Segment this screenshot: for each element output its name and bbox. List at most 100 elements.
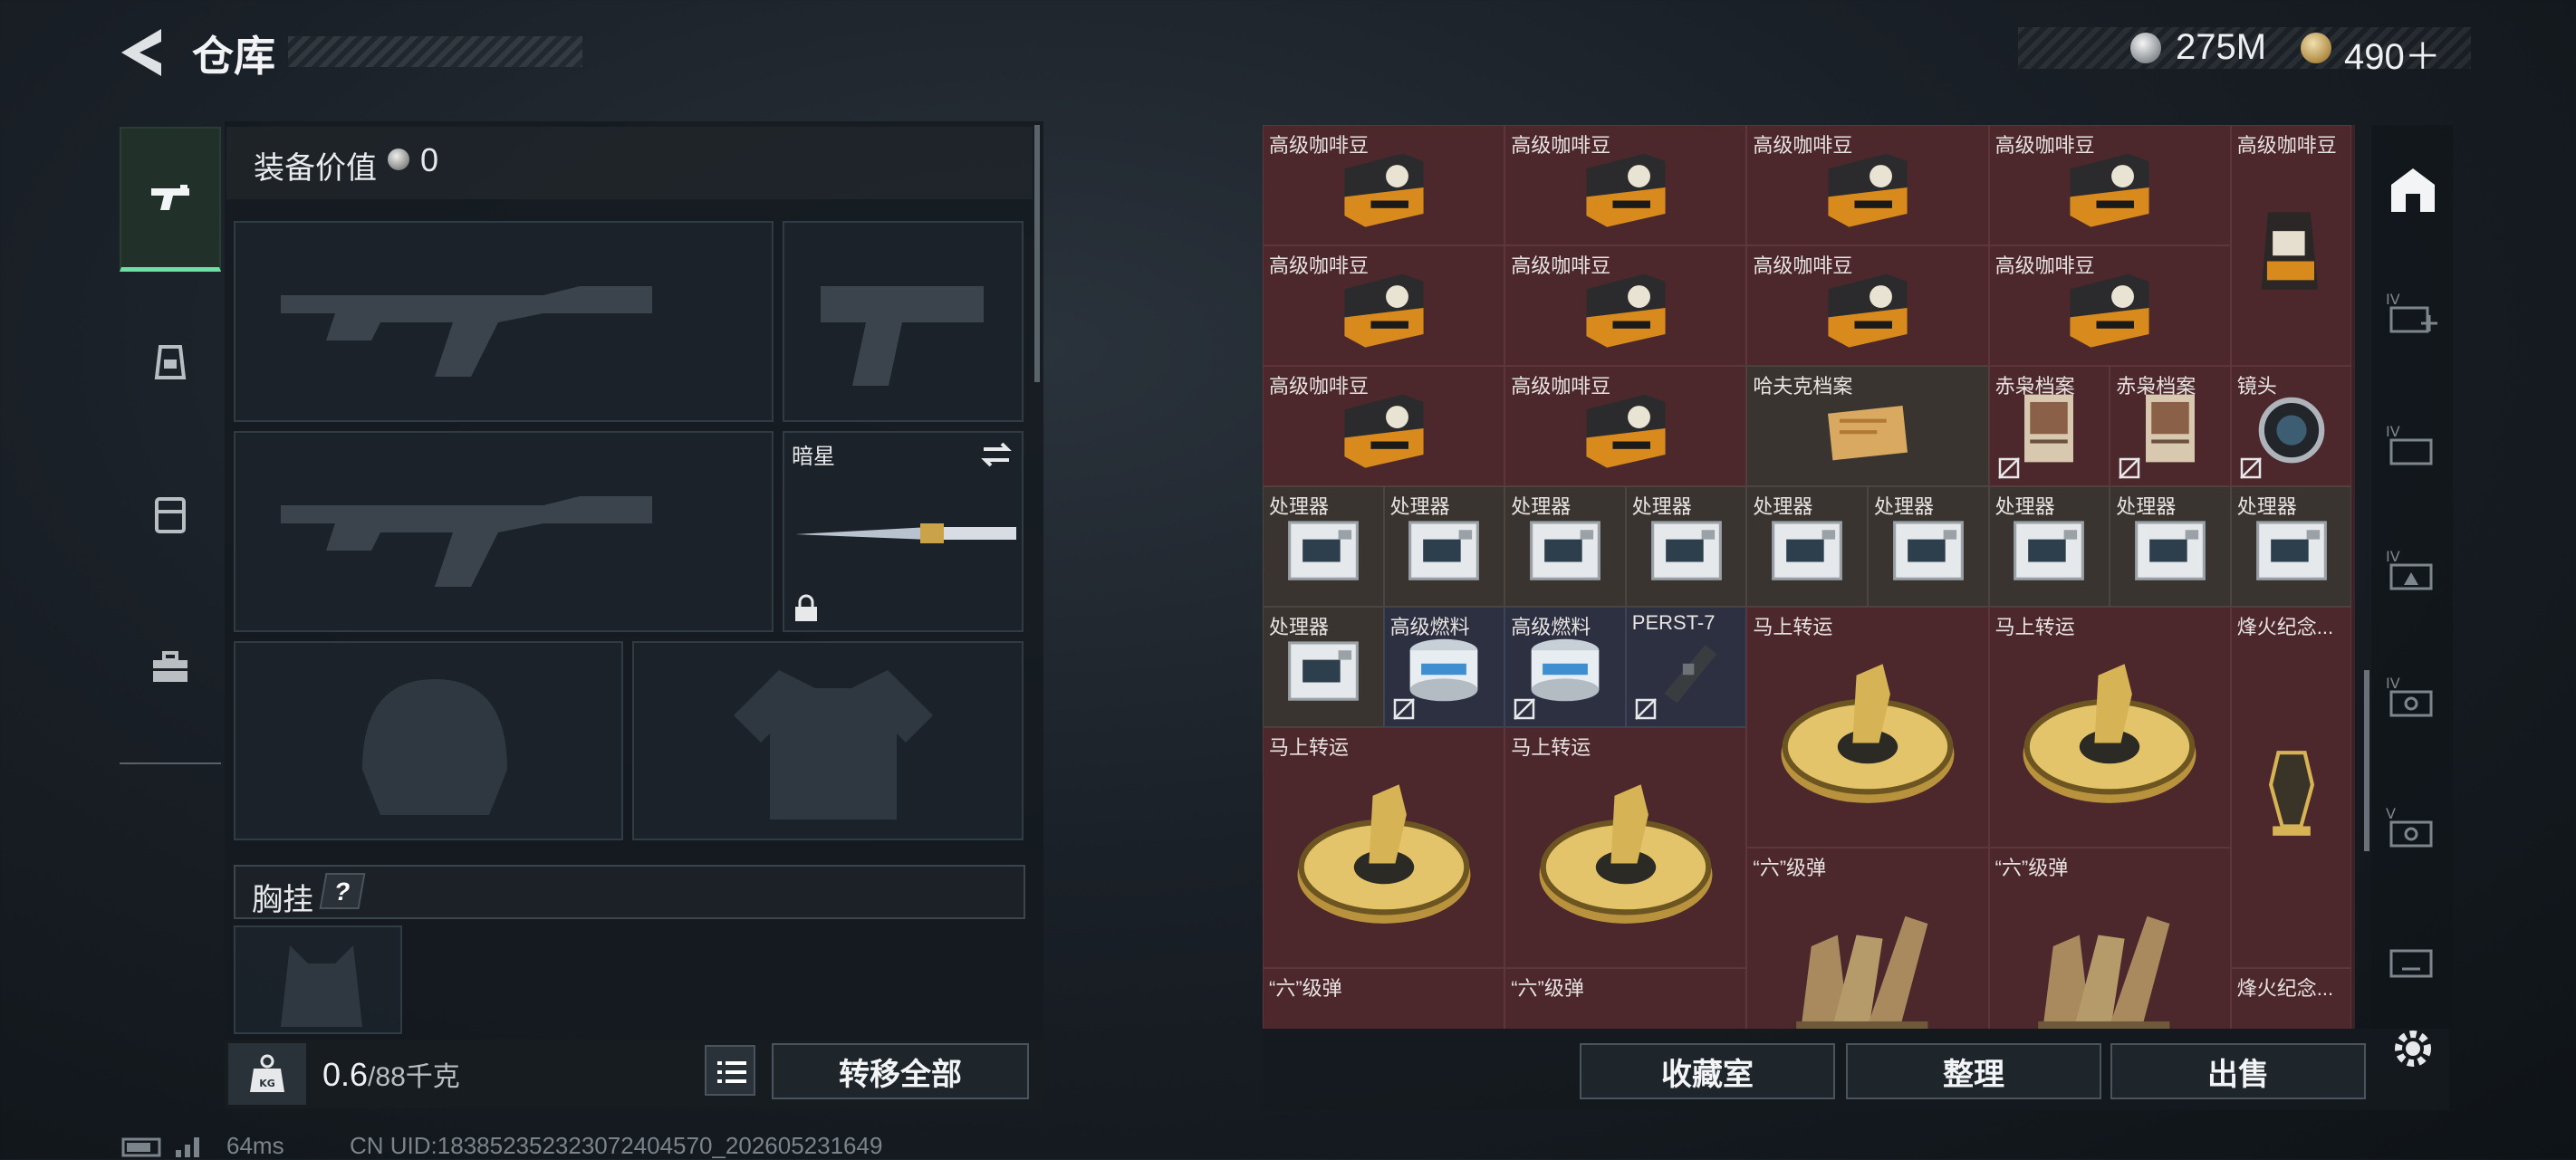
storage-item[interactable]: 处理器 xyxy=(1383,486,1505,607)
storage-item[interactable]: 烽火纪念... xyxy=(2230,968,2352,1029)
storage-item-name: 高级咖啡豆 xyxy=(1994,254,2095,277)
equipment-scrollbar[interactable] xyxy=(1034,125,1040,382)
secondary-weapon-slot[interactable] xyxy=(234,431,774,632)
case-folder-icon: IV xyxy=(2386,423,2433,465)
rifle-silhouette-icon xyxy=(281,496,652,587)
storage-item-name: 烽火纪念... xyxy=(2236,977,2334,1000)
storage-item[interactable]: 高级咖啡豆 xyxy=(1263,366,1505,486)
transfer-all-button[interactable]: 转移全部 xyxy=(772,1043,1029,1099)
storage-item[interactable]: 处理器 xyxy=(1868,486,1989,607)
storage-item[interactable]: 高级咖啡豆 xyxy=(1504,125,1747,245)
storage-item[interactable]: 马上转运 xyxy=(1988,607,2231,848)
storage-item[interactable]: 处理器 xyxy=(2230,486,2352,607)
value-coin-icon xyxy=(388,149,409,170)
storage-item[interactable]: 高级燃料 xyxy=(1383,607,1505,727)
page-title: 仓库 xyxy=(192,33,275,80)
storage-item[interactable]: PERST-7 xyxy=(1625,607,1747,727)
tab-case-2[interactable]: IV xyxy=(2379,411,2447,480)
storage-item[interactable]: 高级咖啡豆 xyxy=(1746,245,1989,366)
chest-rig-slot[interactable] xyxy=(234,925,402,1034)
storage-item[interactable]: 处理器 xyxy=(1746,486,1868,607)
primary-weapon-slot[interactable] xyxy=(234,221,774,422)
case-triangle-icon: IV xyxy=(2386,548,2433,590)
storage-item-name: 赤枭档案 xyxy=(2116,375,2196,398)
settings-button[interactable] xyxy=(2379,1014,2447,1083)
helmet-slot[interactable] xyxy=(234,641,623,840)
svg-text:KG: KG xyxy=(259,1078,275,1089)
storage-item-name: 哈夫克档案 xyxy=(1753,375,1853,398)
storage-item[interactable]: 烽火纪念... xyxy=(2230,607,2352,968)
storage-item-name: 高级咖啡豆 xyxy=(1269,254,1370,277)
storage-item-name: 高级咖啡豆 xyxy=(1269,375,1370,398)
silver-currency-amount[interactable]: 275M xyxy=(2176,27,2266,68)
tab-case-5[interactable]: V xyxy=(2379,793,2447,862)
chest-rig-label: 胸挂 xyxy=(252,883,313,917)
nav-bags[interactable] xyxy=(120,442,221,587)
list-view-button[interactable] xyxy=(705,1045,755,1096)
storage-item[interactable]: 处理器 xyxy=(1988,486,2110,607)
melee-slot[interactable]: 暗星 xyxy=(783,431,1024,632)
storage-item-name: 马上转运 xyxy=(1511,736,1591,759)
storage-item[interactable]: “六”级弹 xyxy=(1988,848,2231,1029)
tab-case-3[interactable]: IV xyxy=(2379,536,2447,605)
storage-item[interactable]: “六”级弹 xyxy=(1263,968,1505,1029)
tab-case-6[interactable] xyxy=(2379,925,2447,994)
storage-item[interactable]: 赤枭档案 xyxy=(1988,366,2110,486)
storage-item[interactable]: 处理器 xyxy=(1263,486,1384,607)
storage-item-name: PERST-7 xyxy=(1631,611,1716,634)
storage-item[interactable]: 赤枭档案 xyxy=(2110,366,2231,486)
storage-item[interactable]: 哈夫克档案 xyxy=(1746,366,1989,486)
storage-item[interactable]: 处理器 xyxy=(1625,486,1747,607)
tab-case-1[interactable]: IV xyxy=(2379,279,2447,348)
storage-item[interactable]: 高级咖啡豆 xyxy=(1504,366,1747,486)
storage-item[interactable]: 高级燃料 xyxy=(1504,607,1626,727)
swap-arrows-icon[interactable] xyxy=(980,440,1013,469)
nav-tools[interactable] xyxy=(120,596,221,741)
storage-item[interactable]: “六”级弹 xyxy=(1746,848,1989,1029)
svg-text:V: V xyxy=(2386,805,2396,822)
storage-item[interactable]: 镜头 xyxy=(2230,366,2352,486)
storage-item[interactable]: 高级咖啡豆 xyxy=(1988,125,2231,245)
gold-currency-amount[interactable]: 490＋ xyxy=(2344,27,2441,80)
equipment-value: 0 xyxy=(420,141,439,178)
wheel-icon xyxy=(1539,784,1713,925)
tab-storage-main[interactable] xyxy=(2379,156,2447,225)
weight-readout: 0.6/88千克 xyxy=(322,1054,460,1094)
organize-button[interactable]: 整理 xyxy=(1846,1043,2101,1099)
nav-armor[interactable] xyxy=(120,288,221,433)
body-armor-slot[interactable] xyxy=(632,641,1024,840)
ping-readout: 64ms xyxy=(226,1132,284,1159)
rig-silhouette-icon xyxy=(281,945,362,1027)
storage-item[interactable]: 马上转运 xyxy=(1504,727,1747,968)
storage-item[interactable]: 处理器 xyxy=(2110,486,2231,607)
storage-item-name: 处理器 xyxy=(1389,495,1450,518)
storage-item[interactable]: 高级咖啡豆 xyxy=(1988,245,2231,366)
weight-max: /88千克 xyxy=(368,1062,460,1092)
collection-room-button[interactable]: 收藏室 xyxy=(1580,1043,1835,1099)
storage-item[interactable]: 高级咖啡豆 xyxy=(1263,245,1505,366)
storage-item[interactable]: 高级咖啡豆 xyxy=(2230,125,2352,366)
storage-item[interactable]: 马上转运 xyxy=(1746,607,1989,848)
storage-item-name: 烽火纪念... xyxy=(2236,616,2334,638)
sell-button[interactable]: 出售 xyxy=(2110,1043,2366,1099)
storage-item[interactable]: 处理器 xyxy=(1504,486,1626,607)
storage-item[interactable]: “六”级弹 xyxy=(1504,968,1747,1029)
tab-case-4[interactable]: IV xyxy=(2379,663,2447,732)
weight-icon: KG xyxy=(250,1054,284,1092)
storage-item-name: 处理器 xyxy=(1269,495,1330,518)
gear-icon xyxy=(2395,1031,2431,1067)
nav-weapons[interactable] xyxy=(120,127,221,272)
storage-scrollbar[interactable] xyxy=(2364,670,2369,851)
storage-item-name: 处理器 xyxy=(1753,495,1813,518)
armor-silhouette-icon xyxy=(734,670,933,820)
storage-item-name: 高级咖啡豆 xyxy=(1511,375,1611,398)
storage-item[interactable]: 处理器 xyxy=(1263,607,1384,727)
storage-item[interactable]: 高级咖啡豆 xyxy=(1746,125,1989,245)
sidearm-slot[interactable] xyxy=(783,221,1024,422)
help-button[interactable]: ? xyxy=(319,873,366,909)
storage-item[interactable]: 马上转运 xyxy=(1263,727,1505,968)
storage-item-name: 处理器 xyxy=(1511,495,1572,518)
storage-item[interactable]: 高级咖啡豆 xyxy=(1263,125,1505,245)
storage-item[interactable]: 高级咖啡豆 xyxy=(1504,245,1747,366)
back-arrow-icon[interactable] xyxy=(118,27,167,78)
